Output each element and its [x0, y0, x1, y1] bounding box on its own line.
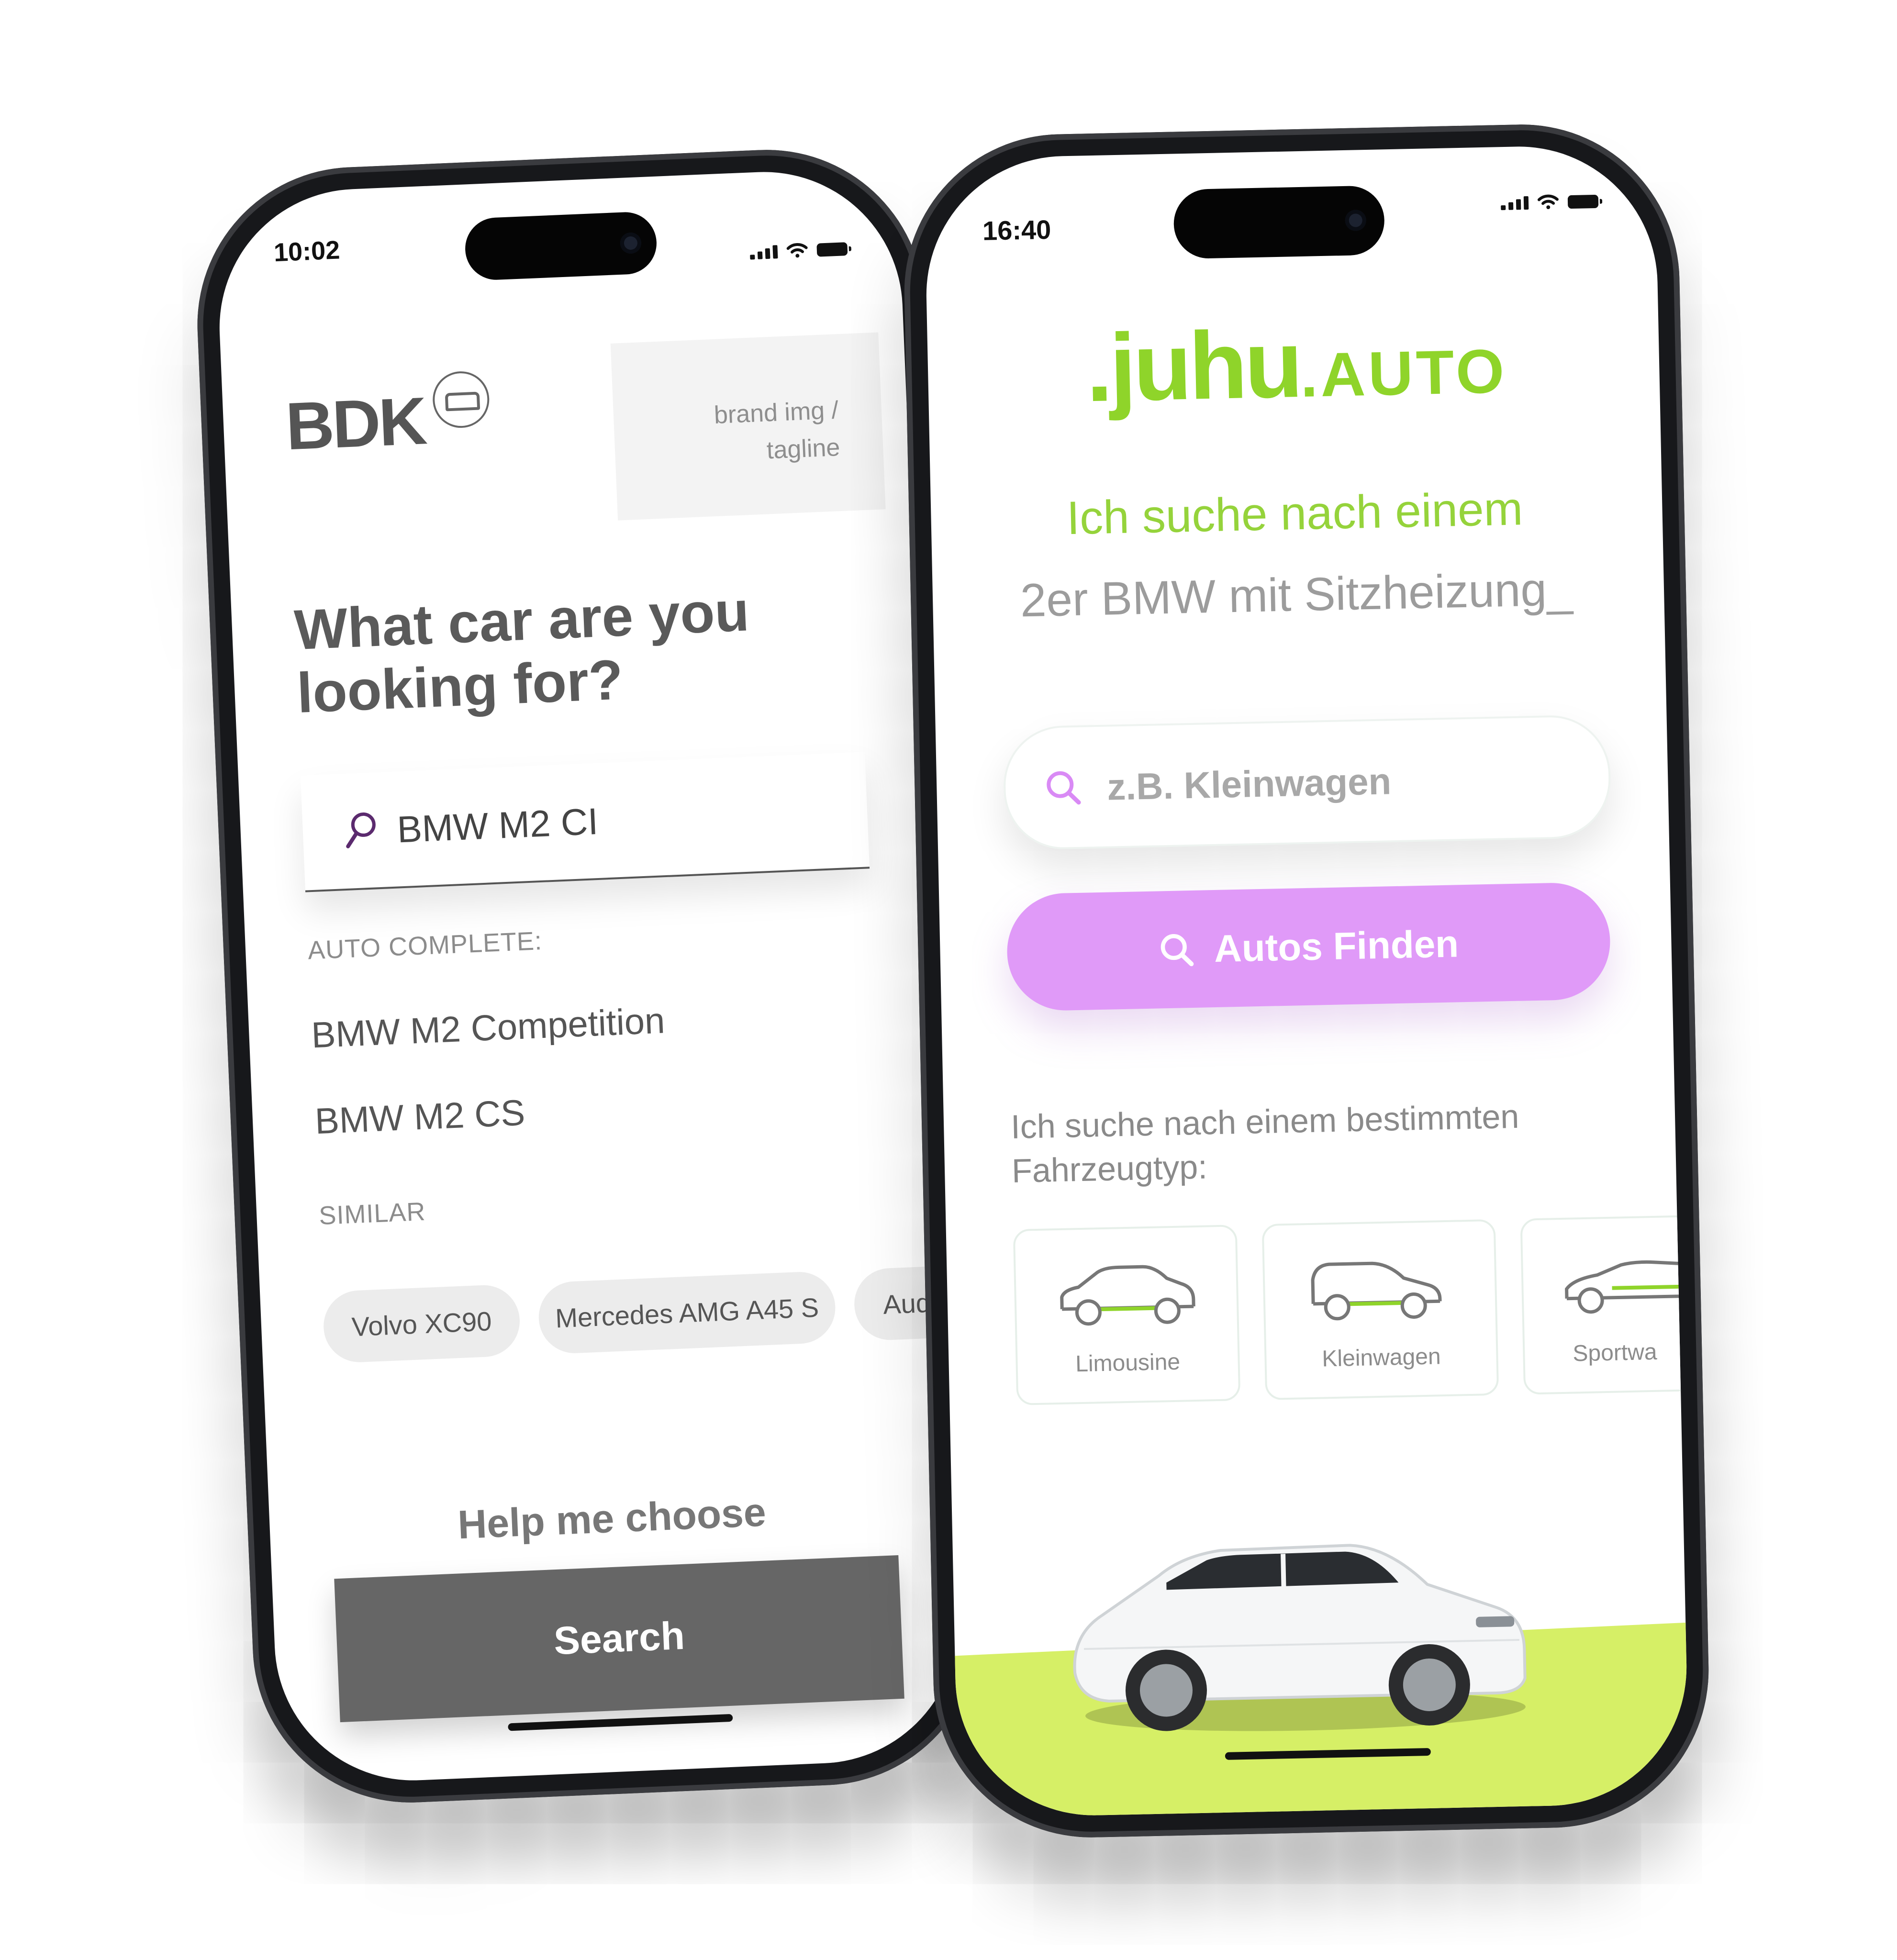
status-icons: [749, 240, 848, 260]
left-phone-screen: 10:02 BDK brand img / tagline What car a…: [213, 166, 964, 1786]
signal-icon: [749, 245, 778, 260]
find-cars-label: Autos Finden: [1214, 922, 1459, 970]
seal-icon: [432, 370, 491, 429]
camera-icon: [620, 232, 642, 254]
vehicle-type-label: Limousine: [1075, 1349, 1181, 1377]
page-title: What car are you looking for?: [293, 579, 750, 725]
status-time: 10:02: [273, 235, 341, 267]
brand-placeholder: brand img / tagline: [610, 332, 886, 521]
vehicle-type-prompt: Ich suche nach einem bestimmten Fahrzeug…: [1010, 1097, 1520, 1190]
mockup-scene: 10:02 BDK brand img / tagline What car a…: [0, 0, 1897, 1960]
search-icon: [1047, 771, 1081, 805]
bdk-logo-text: BDK: [284, 383, 427, 464]
sedan-icon: [1060, 1265, 1195, 1326]
similar-label: SIMILAR: [318, 1197, 426, 1231]
search-icon: [346, 812, 376, 848]
hatchback-icon: [1311, 1261, 1442, 1321]
white-car-image: [1073, 1544, 1527, 1731]
right-phone: 16:40 .juhu.AUTO Ich suche nach einem 2e…: [901, 121, 1712, 1841]
status-icons: [1501, 193, 1599, 211]
find-cars-button[interactable]: Autos Finden: [1006, 881, 1611, 1012]
vehicle-type-card[interactable]: Kleinwagen: [1261, 1219, 1499, 1400]
vehicle-type-card[interactable]: Sportwa: [1520, 1214, 1690, 1395]
search-field[interactable]: [300, 752, 870, 892]
similar-chip[interactable]: Volvo XC90: [322, 1283, 522, 1364]
bdk-logo: BDK: [284, 370, 491, 464]
signal-icon: [1501, 196, 1529, 211]
wifi-icon: [786, 243, 808, 258]
vehicle-type-card[interactable]: Limousine: [1013, 1225, 1241, 1405]
autocomplete-item[interactable]: BMW M2 Competition: [311, 1000, 666, 1056]
camera-icon: [1345, 210, 1367, 231]
search-field[interactable]: [1002, 714, 1612, 851]
battery-icon: [1567, 194, 1599, 209]
wifi-icon: [1537, 194, 1559, 210]
right-phone-screen: 16:40 .juhu.AUTO Ich suche nach einem 2e…: [923, 144, 1690, 1818]
battery-icon: [816, 242, 848, 257]
similar-chip[interactable]: Mercedes AMG A45 S: [537, 1270, 837, 1355]
tagline-typing: 2er BMW mit Sitzheizung_: [1019, 562, 1573, 627]
dynamic-island: [1173, 185, 1385, 259]
search-button[interactable]: Search: [334, 1555, 904, 1723]
vehicle-type-label: Sportwa: [1572, 1339, 1658, 1367]
status-bar: 16:40: [924, 144, 1656, 259]
search-input[interactable]: [395, 794, 648, 854]
juhu-logo-main: .juhu: [1084, 311, 1301, 422]
left-phone: 10:02 BDK brand img / tagline What car a…: [191, 143, 986, 1809]
home-indicator: [508, 1714, 733, 1731]
help-me-choose-link[interactable]: Help me choose: [269, 1481, 955, 1556]
search-input[interactable]: [1105, 751, 1540, 814]
juhu-logo: .juhu.AUTO: [1085, 305, 1508, 423]
similar-chips: Volvo XC90 Mercedes AMG A45 S Aud: [322, 1262, 964, 1373]
brand-placeholder-text: brand img / tagline: [713, 396, 841, 465]
autocomplete-label: AUTO COMPLETE:: [307, 926, 543, 965]
tagline-primary: Ich suche nach einem: [1066, 482, 1524, 545]
status-bar: 10:02: [214, 167, 900, 281]
sports-car-icon: [1565, 1260, 1690, 1314]
vehicle-type-label: Kleinwagen: [1321, 1344, 1441, 1372]
search-icon: [1161, 934, 1194, 966]
dynamic-island: [464, 211, 658, 281]
juhu-logo-suffix: .AUTO: [1299, 335, 1508, 410]
autocomplete-item[interactable]: BMW M2 CS: [314, 1092, 525, 1142]
status-time: 16:40: [982, 214, 1051, 246]
